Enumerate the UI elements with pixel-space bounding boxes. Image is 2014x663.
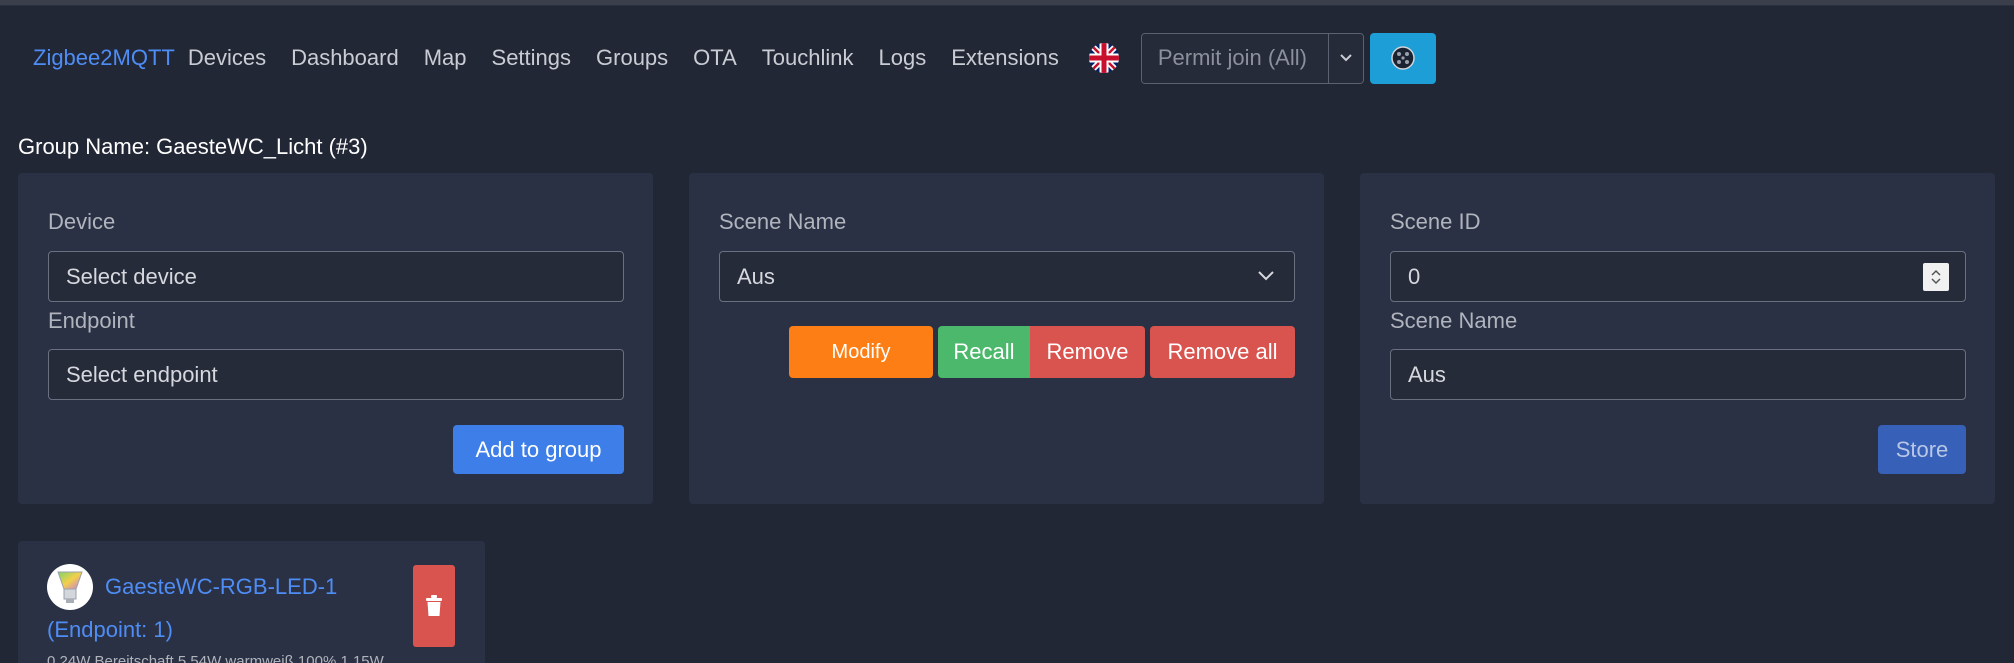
chevron-down-icon [1340,54,1352,62]
nav-touchlink[interactable]: Touchlink [762,45,854,71]
member-device-link[interactable]: GaesteWC-RGB-LED-1 [105,574,337,600]
nav-map[interactable]: Map [424,45,467,71]
permit-join-group: Permit join (All) [1140,32,1364,84]
group-title: Group Name: GaesteWC_Licht (#3) [18,134,368,159]
scene-name-label: Scene Name [719,209,847,234]
nav-logs[interactable]: Logs [878,45,926,71]
network-icon [1391,46,1415,70]
remove-button[interactable]: Remove [1030,326,1145,378]
modify-button[interactable]: Modify [789,326,933,378]
permit-join-button[interactable]: Permit join (All) [1141,33,1329,83]
brand-link[interactable]: Zigbee2MQTT [33,45,175,71]
nav-groups[interactable]: Groups [596,45,668,71]
endpoint-label: Endpoint [48,308,135,333]
spinner-arrows-icon [1931,269,1941,285]
scenes-card: Scene Name Aus Modify Recall Remove Remo… [689,173,1324,504]
nav-settings[interactable]: Settings [492,45,572,71]
nav-devices[interactable]: Devices [188,45,266,71]
number-spinner[interactable] [1923,263,1949,291]
store-button[interactable]: Store [1878,425,1966,474]
device-label: Device [48,209,116,234]
member-endpoint-link[interactable]: (Endpoint: 1) [47,617,173,643]
recall-button[interactable]: Recall [938,326,1030,378]
language-flag-icon[interactable] [1088,43,1119,73]
add-to-group-button[interactable]: Add to group [453,425,624,474]
scene-id-label: Scene ID [1390,209,1481,234]
window-top-border [0,0,2014,6]
scene-id-value: 0 [1408,263,1421,289]
remove-member-button[interactable] [413,565,455,647]
scene-select[interactable]: Aus [719,251,1295,302]
network-map-button[interactable] [1369,32,1436,84]
nav-extensions[interactable]: Extensions [951,45,1059,71]
add-device-card: Device Select device Endpoint Select end… [18,173,653,504]
chevron-down-icon [1258,271,1274,281]
store-scene-card: Scene ID 0 Scene Name Aus Store [1360,173,1995,504]
remove-all-button[interactable]: Remove all [1150,326,1295,378]
nav-dashboard[interactable]: Dashboard [291,45,399,71]
trash-icon [426,595,442,616]
device-bulb-icon [47,564,93,610]
navbar: Zigbee2MQTT Devices Dashboard Map Settin… [33,32,1436,84]
nav-ota[interactable]: OTA [693,45,737,71]
permit-join-dropdown[interactable] [1328,33,1363,83]
device-select[interactable]: Select device [48,251,624,302]
endpoint-select[interactable]: Select endpoint [48,349,624,400]
scene-name-input[interactable]: Aus [1390,349,1966,400]
store-scene-name-label: Scene Name [1390,308,1518,333]
member-description: 0.24W Bereitschaft 5.54W warmweiß 100% 1… [47,653,384,663]
scene-select-value: Aus [737,263,775,289]
scene-id-input[interactable]: 0 [1390,251,1966,302]
